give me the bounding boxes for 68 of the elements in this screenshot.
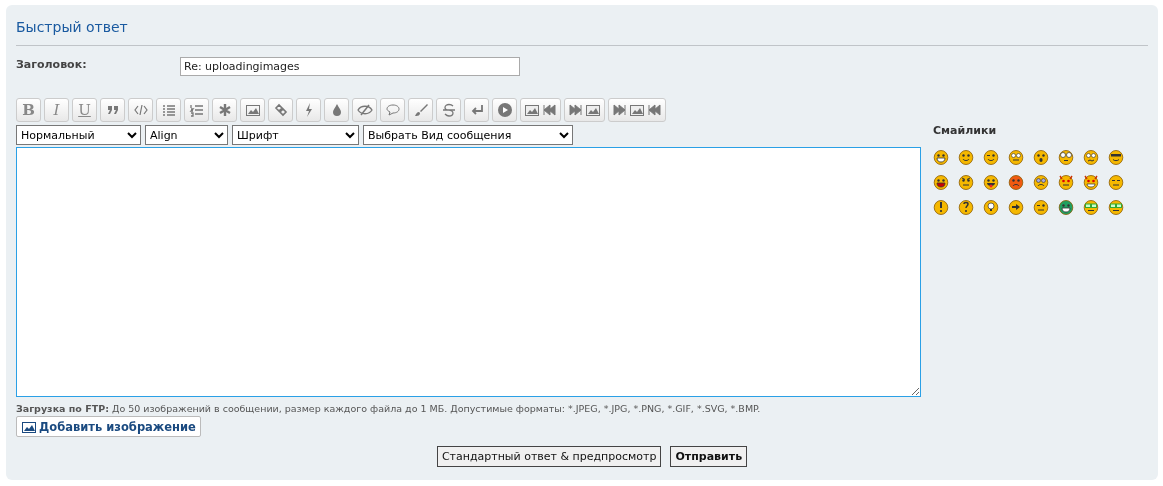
strikethrough-icon [440, 102, 457, 118]
drop-button[interactable] [324, 98, 349, 122]
numbered-list-icon [188, 102, 205, 118]
dropdown[interactable]: Выбрать Вид сообщения [363, 125, 573, 145]
image-icon [524, 102, 540, 118]
numbered-list-button[interactable] [184, 98, 209, 122]
smiley-icon[interactable] [958, 199, 974, 215]
skip-back-icon [646, 102, 662, 118]
hidden-eye-button[interactable] [352, 98, 377, 122]
smiley-icon[interactable] [1108, 174, 1124, 190]
return-arrow-button[interactable] [464, 98, 489, 122]
insert-image-button[interactable] [564, 98, 605, 122]
ftp-note: Загрузка по FTP: До 50 изображений в сообщении, размер каждого файла до 1 МБ. Допустимые форматы: *.JPEG, *.JPG, *.PNG, *.GIF, *.SVG, *.BMP. [16, 403, 762, 414]
smiley-icon[interactable] [1008, 199, 1024, 215]
dropdown[interactable]: Align [145, 125, 228, 145]
list-button[interactable] [156, 98, 181, 122]
link-button[interactable] [268, 98, 293, 122]
smiley-icon[interactable] [1058, 199, 1074, 215]
smiley-icon[interactable] [1108, 149, 1124, 165]
smiley-icon[interactable] [958, 149, 974, 165]
panel-title: Быстрый ответ [16, 19, 129, 37]
hidden-eye-icon [356, 102, 373, 118]
quote-button[interactable] [100, 98, 125, 122]
smiley-icon[interactable] [958, 174, 974, 190]
smiley-icon[interactable] [933, 149, 949, 165]
subject-field[interactable]: Re: uploadingimages [180, 57, 520, 76]
play-icon [496, 102, 513, 118]
lightning-button[interactable] [296, 98, 321, 122]
dropdown[interactable]: Нормальный [16, 125, 141, 145]
image-icon [585, 102, 601, 118]
submit-button[interactable]: Отправить [670, 446, 748, 467]
smiley-icon[interactable] [933, 199, 949, 215]
play-button[interactable] [492, 98, 517, 122]
smiley-icon[interactable] [1033, 199, 1049, 215]
insert-image-button[interactable] [520, 98, 561, 122]
skip-forward-icon [568, 102, 584, 118]
image-button[interactable] [240, 98, 265, 122]
subject-label: Заголовок: [16, 58, 88, 71]
smilies-title: Смайлики [933, 124, 998, 138]
brush-icon [412, 102, 429, 118]
smiley-icon[interactable] [1083, 149, 1099, 165]
add-image-button[interactable]: Добавить изображение [16, 416, 201, 437]
preview-button[interactable]: Стандартный ответ & предпросмотр [436, 446, 662, 467]
skip-forward-icon [612, 102, 628, 118]
strikethrough-button[interactable] [436, 98, 461, 122]
smiley-icon[interactable] [1008, 174, 1024, 190]
smiley-icon[interactable] [983, 199, 999, 215]
smiley-icon[interactable] [1108, 199, 1124, 215]
message-field[interactable] [16, 147, 921, 397]
speech-bubble-icon [384, 102, 401, 118]
code-button[interactable] [128, 98, 153, 122]
code-icon [132, 102, 149, 118]
smiley-icon[interactable] [983, 149, 999, 165]
dropdown[interactable]: Шрифт [232, 125, 359, 145]
smiley-icon[interactable] [1083, 199, 1099, 215]
asterisk-button[interactable] [212, 98, 237, 122]
smiley-icon[interactable] [1033, 174, 1049, 190]
insert-image-button[interactable] [608, 98, 666, 122]
speech-bubble-button[interactable] [380, 98, 405, 122]
list-icon [160, 102, 177, 118]
smiley-icon[interactable] [1033, 149, 1049, 165]
image-icon [244, 102, 261, 118]
image-icon [629, 102, 645, 118]
smiley-icon[interactable] [983, 174, 999, 190]
smiley-icon[interactable] [1058, 149, 1074, 165]
smiley-icon[interactable] [933, 174, 949, 190]
brush-button[interactable] [408, 98, 433, 122]
skip-back-icon [541, 102, 557, 118]
